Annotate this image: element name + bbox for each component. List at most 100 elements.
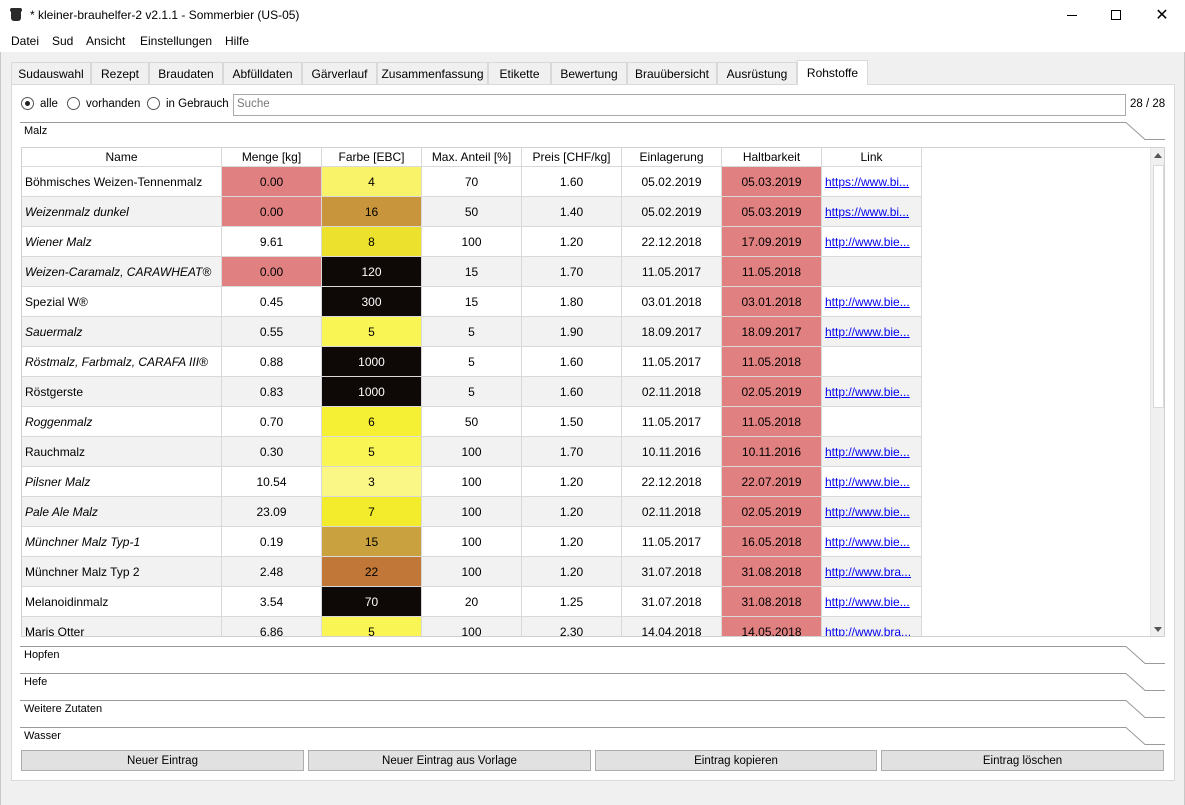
table-row[interactable]: Münchner Malz Typ 2 2.48 22 100 1.20 31.07.20… bbox=[22, 557, 922, 587]
cell-menge[interactable]: 0.00 bbox=[222, 197, 322, 227]
col-link[interactable]: Link bbox=[822, 148, 922, 167]
cell-einlagerung[interactable]: 18.09.2017 bbox=[622, 317, 722, 347]
cell-link[interactable]: http://www.bie... bbox=[822, 317, 922, 347]
cell-preis[interactable]: 1.90 bbox=[522, 317, 622, 347]
cell-haltbarkeit[interactable]: 03.01.2018 bbox=[722, 287, 822, 317]
tab-gaerverlauf[interactable]: Gärverlauf bbox=[302, 62, 377, 84]
table-row[interactable]: Röstmalz, Farbmalz, CARAFA III® 0.88 1000 5… bbox=[22, 347, 922, 377]
cell-einlagerung[interactable]: 11.05.2017 bbox=[622, 527, 722, 557]
cell-preis[interactable]: 1.80 bbox=[522, 287, 622, 317]
cell-menge[interactable]: 2.48 bbox=[222, 557, 322, 587]
cell-link[interactable]: http://www.bie... bbox=[822, 227, 922, 257]
cell-link[interactable]: http://www.bie... bbox=[822, 497, 922, 527]
cell-farbe[interactable]: 120 bbox=[322, 257, 422, 287]
cell-link[interactable]: https://www.bi... bbox=[822, 167, 922, 197]
tab-ausruestung[interactable]: Ausrüstung bbox=[717, 62, 797, 84]
cell-farbe[interactable]: 1000 bbox=[322, 347, 422, 377]
maximize-button[interactable] bbox=[1093, 0, 1139, 30]
cell-einlagerung[interactable]: 05.02.2019 bbox=[622, 167, 722, 197]
cell-link[interactable]: https://www.bi... bbox=[822, 197, 922, 227]
table-row[interactable]: Münchner Malz Typ-1 0.19 15 100 1.20 11.05.20… bbox=[22, 527, 922, 557]
col-anteil[interactable]: Max. Anteil [%] bbox=[422, 148, 522, 167]
cell-link[interactable] bbox=[822, 347, 922, 377]
cell-menge[interactable]: 23.09 bbox=[222, 497, 322, 527]
cell-preis[interactable]: 1.20 bbox=[522, 467, 622, 497]
table-row[interactable]: Weizenmalz dunkel 0.00 16 50 1.40 05.02.2019 0… bbox=[22, 197, 922, 227]
cell-farbe[interactable]: 22 bbox=[322, 557, 422, 587]
cell-anteil[interactable]: 100 bbox=[422, 617, 522, 636]
copy-entry-button[interactable]: Eintrag kopieren bbox=[595, 750, 877, 771]
cell-menge[interactable]: 9.61 bbox=[222, 227, 322, 257]
search-input[interactable]: Suche bbox=[233, 94, 1126, 116]
cell-menge[interactable]: 0.55 bbox=[222, 317, 322, 347]
tab-brauuebersicht[interactable]: Brauübersicht bbox=[627, 62, 717, 84]
cell-menge[interactable]: 3.54 bbox=[222, 587, 322, 617]
section-hopfen[interactable]: Hopfen bbox=[20, 646, 1165, 666]
cell-anteil[interactable]: 15 bbox=[422, 257, 522, 287]
cell-menge[interactable]: 0.83 bbox=[222, 377, 322, 407]
cell-einlagerung[interactable]: 10.11.2016 bbox=[622, 437, 722, 467]
cell-anteil[interactable]: 5 bbox=[422, 377, 522, 407]
cell-link[interactable]: http://www.bie... bbox=[822, 467, 922, 497]
cell-preis[interactable]: 1.50 bbox=[522, 407, 622, 437]
cell-anteil[interactable]: 100 bbox=[422, 467, 522, 497]
cell-farbe[interactable]: 3 bbox=[322, 467, 422, 497]
menu-datei[interactable]: Datei bbox=[11, 34, 39, 48]
cell-name[interactable]: Weizenmalz dunkel bbox=[22, 197, 222, 227]
cell-preis[interactable]: 1.20 bbox=[522, 557, 622, 587]
cell-name[interactable]: Maris Otter bbox=[22, 617, 222, 636]
cell-einlagerung[interactable]: 22.12.2018 bbox=[622, 227, 722, 257]
radio-in-gebrauch[interactable] bbox=[147, 97, 160, 110]
cell-farbe[interactable]: 5 bbox=[322, 437, 422, 467]
table-row[interactable]: Böhmisches Weizen-Tennenmalz 0.00 4 70 1.60 0… bbox=[22, 167, 922, 197]
table-row[interactable]: Röstgerste 0.83 1000 5 1.60 02.11.2018 02.05.2… bbox=[22, 377, 922, 407]
cell-haltbarkeit[interactable]: 16.05.2018 bbox=[722, 527, 822, 557]
cell-anteil[interactable]: 100 bbox=[422, 557, 522, 587]
cell-name[interactable]: Sauermalz bbox=[22, 317, 222, 347]
cell-einlagerung[interactable]: 11.05.2017 bbox=[622, 407, 722, 437]
cell-menge[interactable]: 0.45 bbox=[222, 287, 322, 317]
cell-name[interactable]: Weizen-Caramalz, CARAWHEAT® bbox=[22, 257, 222, 287]
cell-link[interactable] bbox=[822, 257, 922, 287]
cell-einlagerung[interactable]: 31.07.2018 bbox=[622, 557, 722, 587]
cell-haltbarkeit[interactable]: 17.09.2019 bbox=[722, 227, 822, 257]
cell-haltbarkeit[interactable]: 05.03.2019 bbox=[722, 197, 822, 227]
cell-haltbarkeit[interactable]: 11.05.2018 bbox=[722, 407, 822, 437]
cell-anteil[interactable]: 70 bbox=[422, 167, 522, 197]
menu-ansicht[interactable]: Ansicht bbox=[86, 34, 125, 48]
table-row[interactable]: Weizen-Caramalz, CARAWHEAT® 0.00 120 15 1.70… bbox=[22, 257, 922, 287]
table-row[interactable]: Pale Ale Malz 23.09 7 100 1.20 02.11.2018 02.0… bbox=[22, 497, 922, 527]
cell-farbe[interactable]: 6 bbox=[322, 407, 422, 437]
cell-haltbarkeit[interactable]: 14.05.2018 bbox=[722, 617, 822, 636]
table-row[interactable]: Pilsner Malz 10.54 3 100 1.20 22.12.2018 22.07… bbox=[22, 467, 922, 497]
cell-haltbarkeit[interactable]: 02.05.2019 bbox=[722, 377, 822, 407]
cell-preis[interactable]: 1.20 bbox=[522, 527, 622, 557]
cell-haltbarkeit[interactable]: 11.05.2018 bbox=[722, 257, 822, 287]
cell-name[interactable]: Wiener Malz bbox=[22, 227, 222, 257]
cell-einlagerung[interactable]: 11.05.2017 bbox=[622, 347, 722, 377]
cell-anteil[interactable]: 20 bbox=[422, 587, 522, 617]
cell-einlagerung[interactable]: 14.04.2018 bbox=[622, 617, 722, 636]
cell-name[interactable]: Pale Ale Malz bbox=[22, 497, 222, 527]
table-row[interactable]: Maris Otter 6.86 5 100 2.30 14.04.2018 14.05.2… bbox=[22, 617, 922, 636]
tab-rezept[interactable]: Rezept bbox=[91, 62, 149, 84]
cell-name[interactable]: Röstgerste bbox=[22, 377, 222, 407]
cell-farbe[interactable]: 4 bbox=[322, 167, 422, 197]
section-weitere-zutaten[interactable]: Weitere Zutaten bbox=[20, 700, 1165, 720]
col-einlagerung[interactable]: Einlagerung bbox=[622, 148, 722, 167]
cell-menge[interactable]: 0.00 bbox=[222, 167, 322, 197]
cell-link[interactable]: http://www.bra... bbox=[822, 617, 922, 636]
col-menge[interactable]: Menge [kg] bbox=[222, 148, 322, 167]
cell-anteil[interactable]: 100 bbox=[422, 227, 522, 257]
tab-zusammenfassung[interactable]: Zusammenfassung bbox=[377, 62, 488, 84]
cell-link[interactable]: http://www.bie... bbox=[822, 377, 922, 407]
menu-sud[interactable]: Sud bbox=[52, 34, 73, 48]
cell-link[interactable]: http://www.bie... bbox=[822, 587, 922, 617]
cell-name[interactable]: Roggenmalz bbox=[22, 407, 222, 437]
cell-menge[interactable]: 10.54 bbox=[222, 467, 322, 497]
cell-link[interactable]: http://www.bie... bbox=[822, 287, 922, 317]
cell-name[interactable]: Münchner Malz Typ-1 bbox=[22, 527, 222, 557]
cell-name[interactable]: Böhmisches Weizen-Tennenmalz bbox=[22, 167, 222, 197]
close-button[interactable]: ✕ bbox=[1139, 0, 1185, 30]
cell-name[interactable]: Pilsner Malz bbox=[22, 467, 222, 497]
